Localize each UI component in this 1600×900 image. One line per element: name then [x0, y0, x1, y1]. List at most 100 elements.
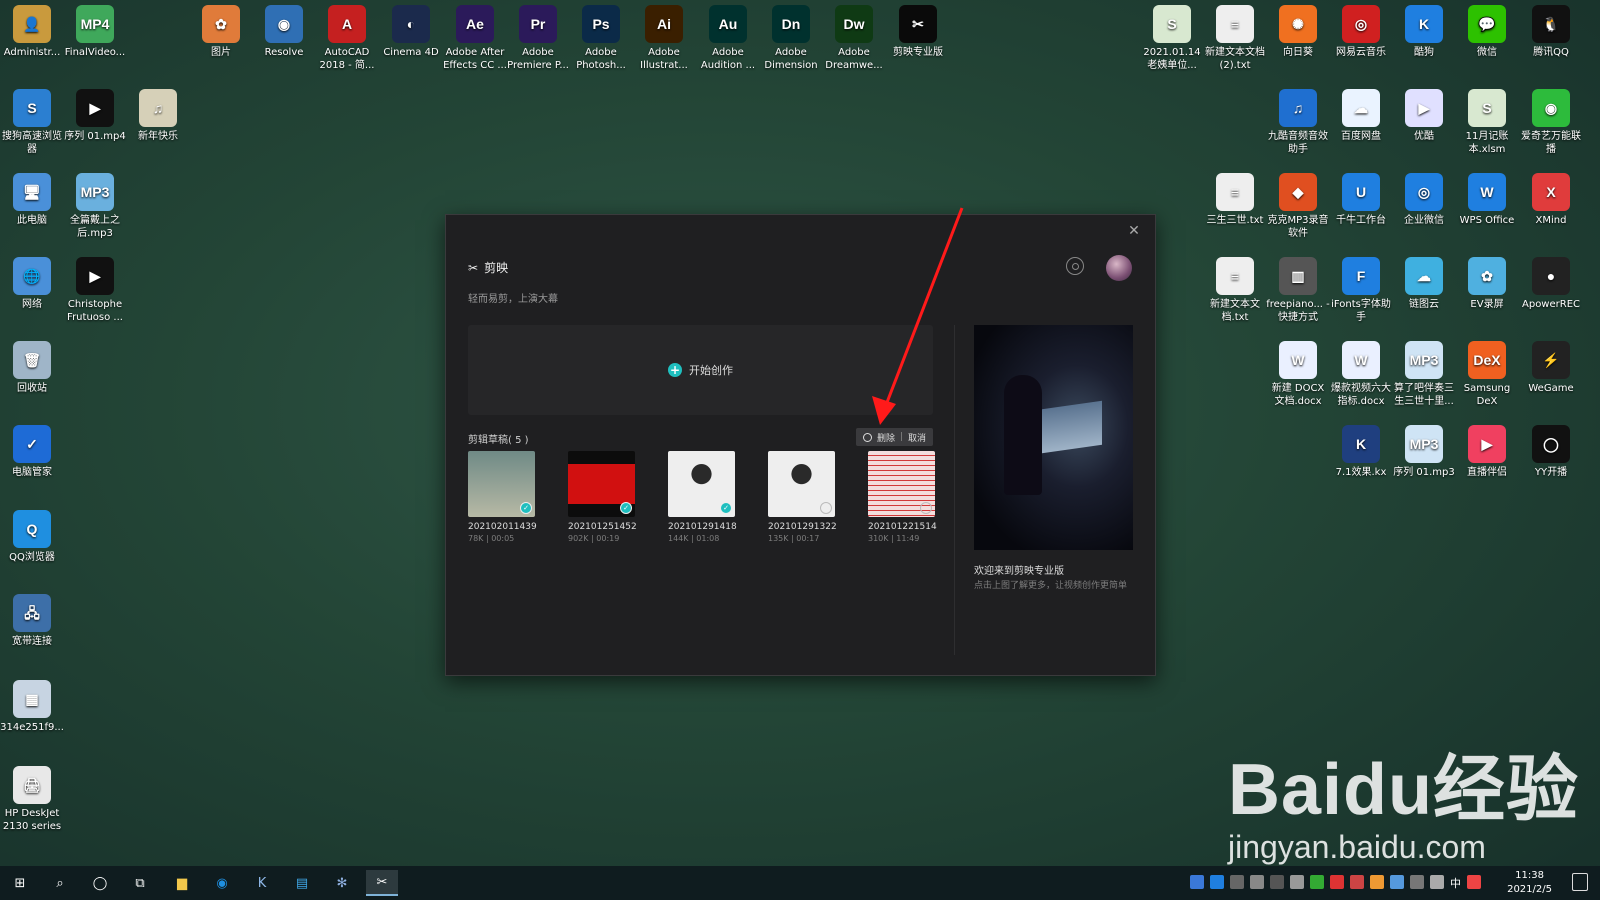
user-avatar[interactable] [1106, 255, 1132, 281]
desktop-icon[interactable]: A AutoCAD 2018 - 简... [315, 5, 379, 72]
desktop-icon[interactable]: ☁ 链图云 [1392, 257, 1456, 311]
desktop-icon[interactable]: ◎ 企业微信 [1392, 173, 1456, 227]
desktop-icon[interactable]: 🗑 回收站 [0, 341, 64, 395]
desktop-icon[interactable]: X XMind [1519, 173, 1583, 227]
kugou-tray-icon[interactable] [1210, 875, 1224, 889]
desktop-icon[interactable]: MP3 序列 01.mp3 [1392, 425, 1456, 479]
desktop-icon[interactable]: ⚡ WeGame [1519, 341, 1583, 395]
desktop-icon[interactable]: FiFonts字体助手 [1329, 257, 1393, 324]
desktop-icon[interactable]: ▶ 序列 01.mp4 [63, 89, 127, 143]
desktop-icon[interactable]: ≡ 三生三世.txt [1203, 173, 1267, 227]
desktop-icon[interactable]: ▶ Christophe Frutuoso ... [63, 257, 127, 324]
cortana-icon[interactable]: ◯ [84, 870, 116, 896]
desktop-icon[interactable]: MP3 全篇戴上之后.mp3 [63, 173, 127, 240]
draft-item[interactable]: 202101291322 135K | 00:17 [768, 451, 837, 543]
desktop-icon[interactable]: Dn Adobe Dimension [759, 5, 823, 72]
desktop-icon[interactable]: 🌐 网络 [0, 257, 64, 311]
delete-button[interactable]: 删除 [877, 431, 895, 444]
desktop-icon[interactable]: Ps Adobe Photosh... [569, 5, 633, 72]
qq-browser-icon[interactable]: ◉ [206, 870, 238, 896]
desktop-icon[interactable]: ♫ 新年快乐 [126, 89, 190, 143]
desktop-icon[interactable]: S 2021.01.14 老姨单位... [1140, 5, 1204, 72]
kx-app-icon[interactable]: K [246, 870, 278, 896]
desktop-icon[interactable]: ◐ Cinema 4D [379, 5, 443, 59]
desktop-icon[interactable]: ◉ Resolve [252, 5, 316, 59]
desktop-icon[interactable]: ✿ 图片 [189, 5, 253, 59]
microphone-icon[interactable] [1250, 875, 1264, 889]
desktop-icon[interactable]: ✺ 向日葵 [1266, 5, 1330, 59]
desktop-icon[interactable]: ▶ 优酷 [1392, 89, 1456, 143]
desktop-icon[interactable]: K 7.1效果.kx [1329, 425, 1393, 479]
close-icon[interactable]: ✕ [1127, 224, 1141, 238]
draft-thumbnail[interactable] [868, 451, 935, 517]
ime-indicator[interactable]: 中 [1450, 875, 1461, 890]
tray-app-icon[interactable] [1230, 875, 1244, 889]
desktop-icon[interactable]: Dw Adobe Dreamwe... [822, 5, 886, 72]
desktop-icon[interactable]: S 搜狗高速浏览器 [0, 89, 64, 156]
desktop-icon[interactable]: W 爆款视频六大指标.docx [1329, 341, 1393, 408]
checked-icon[interactable]: ✓ [520, 502, 532, 514]
tray-app-icon[interactable] [1270, 875, 1284, 889]
draft-thumbnail[interactable]: ✓ [568, 451, 635, 517]
desktop-icon[interactable]: MP3 算了吧伴奏三生三世十里... [1392, 341, 1456, 408]
unchecked-icon[interactable] [920, 502, 932, 514]
tray-app-icon[interactable] [1290, 875, 1304, 889]
draft-thumbnail[interactable]: ✓ [668, 451, 735, 517]
desktop-icon[interactable]: ▥ freepiano... - 快捷方式 [1266, 257, 1330, 324]
jianying-taskbar-icon[interactable]: ✂ [366, 870, 398, 896]
record-icon[interactable] [1330, 875, 1344, 889]
desktop-icon[interactable]: W 新建 DOCX 文档.docx [1266, 341, 1330, 408]
shield-icon[interactable] [1190, 875, 1204, 889]
sogou-ime-icon[interactable] [1467, 875, 1481, 889]
desktop-icon[interactable]: ◉ 爱奇艺万能联播 [1519, 89, 1583, 156]
promo-image[interactable] [974, 325, 1133, 550]
desktop-icon[interactable]: ▶ 直播伴侣 [1455, 425, 1519, 479]
draft-item[interactable]: ✓ 202101291418 144K | 01:08 [668, 451, 737, 543]
network-icon[interactable] [1410, 875, 1424, 889]
windows-start-icon[interactable]: ⊞ [4, 870, 36, 896]
desktop-icon[interactable]: Ai Adobe Illustrat... [632, 5, 696, 72]
system-clock[interactable]: 11:38 2021/2/5 [1507, 869, 1552, 897]
checked-icon[interactable]: ✓ [620, 502, 632, 514]
start-creation-button[interactable]: + 开始创作 [468, 325, 933, 415]
desktop-icon[interactable]: ◎ 网易云音乐 [1329, 5, 1393, 59]
checked-icon[interactable]: ✓ [720, 502, 732, 514]
desktop-icon[interactable]: 🖨 HP DeskJet 2130 series [0, 766, 64, 833]
desktop-icon[interactable]: 💬 微信 [1455, 5, 1519, 59]
desktop-icon[interactable]: ◯ YY开播 [1519, 425, 1583, 479]
desktop-icon[interactable]: 🖧 宽带连接 [0, 594, 64, 648]
desktop-icon[interactable]: ✓ 电脑管家 [0, 425, 64, 479]
desktop-icon[interactable]: 🖥 此电脑 [0, 173, 64, 227]
desktop-icon[interactable]: ◆ 克克MP3录音软件 [1266, 173, 1330, 240]
desktop-icon[interactable]: Ae Adobe After Effects CC ... [443, 5, 507, 72]
settings-gear-icon[interactable] [1066, 257, 1084, 275]
desktop-icon[interactable]: 🐧 腾讯QQ [1519, 5, 1583, 59]
file-explorer-icon[interactable]: ▆ [166, 870, 198, 896]
desktop-icon[interactable]: ▦ 314e251f9... [0, 680, 64, 734]
desktop-icon[interactable]: ✿ EV录屏 [1455, 257, 1519, 311]
tray-app-icon[interactable] [1310, 875, 1324, 889]
draft-thumbnail[interactable] [768, 451, 835, 517]
desktop-icon[interactable]: 👤 Administr... [0, 5, 64, 59]
desktop-icon[interactable]: ♫ 九酷音频音效助手 [1266, 89, 1330, 156]
desktop-icon[interactable]: DeX Samsung DeX [1455, 341, 1519, 408]
tray-app-icon[interactable] [1390, 875, 1404, 889]
draft-item[interactable]: ✓ 202102011439 78K | 00:05 [468, 451, 537, 543]
desktop-icon[interactable]: MP4 FinalVideo... [63, 5, 127, 59]
tray-app-icon[interactable] [1350, 875, 1364, 889]
desktop-icon[interactable]: ≡ 新建文本文档 (2).txt [1203, 5, 1267, 72]
tray-app-icon[interactable] [1370, 875, 1384, 889]
desktop-icon[interactable]: S 11月记账本.xlsm [1455, 89, 1519, 156]
desktop-icon[interactable]: ☁ 百度网盘 [1329, 89, 1393, 143]
draft-item[interactable]: ✓ 202101251452 902K | 00:19 [568, 451, 637, 543]
desktop-icon[interactable]: Pr Adobe Premiere P... [506, 5, 570, 72]
desktop-icon[interactable]: K 酷狗 [1392, 5, 1456, 59]
desktop-icon[interactable]: ● ApowerREC [1519, 257, 1583, 311]
desktop-icon[interactable]: W WPS Office [1455, 173, 1519, 227]
desktop-icon[interactable]: ✂ 剪映专业版 [886, 5, 950, 59]
window-app-icon[interactable]: ▤ [286, 870, 318, 896]
desktop-icon[interactable]: U 千牛工作台 [1329, 173, 1393, 227]
desktop-icon[interactable]: ≡ 新建文本文档.txt [1203, 257, 1267, 324]
desktop-icon[interactable]: Au Adobe Audition ... [696, 5, 760, 72]
volume-icon[interactable] [1430, 875, 1444, 889]
